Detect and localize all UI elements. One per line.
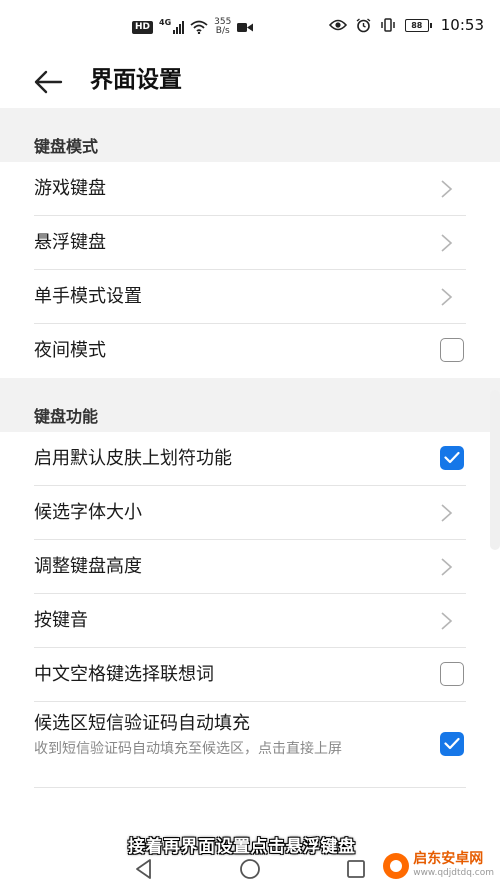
divider [34,787,466,788]
watermark-title: 启东安卓网 [413,851,484,867]
swipe-symbol-checkbox[interactable] [440,446,464,470]
section-title: 键盘模式 [34,137,99,156]
title-bar: 界面设置 [0,56,500,108]
row-game-keyboard[interactable]: 游戏键盘 [0,162,500,216]
row-label: 夜间模式 [34,340,106,361]
row-candidate-font-size[interactable]: 候选字体大小 [0,486,500,540]
row-label: 游戏键盘 [34,178,106,199]
battery-icon: 88 [404,18,432,32]
chevron-right-icon [441,612,453,630]
nav-home-button[interactable] [238,857,264,881]
alarm-icon [356,17,371,32]
chevron-right-icon [441,234,453,252]
section-header-keyboard-function: 键盘功能 [0,378,500,432]
nav-recent-button[interactable] [344,857,370,881]
circle-home-icon [240,859,260,879]
row-key-sound[interactable]: 按键音 [0,594,500,648]
watermark-text: 启东安卓网 www.qdjdtdq.com [413,852,494,880]
scrollbar[interactable] [490,390,500,550]
row-label: 启用默认皮肤上划符功能 [34,448,232,469]
watermark-url: www.qdjdtdq.com [413,868,494,878]
page-title: 界面设置 [90,67,182,93]
section-title: 键盘功能 [34,407,99,426]
square-recent-icon [347,860,365,878]
chevron-right-icon [441,288,453,306]
chevron-right-icon [441,558,453,576]
battery-level: 88 [404,18,429,32]
row-label: 候选区短信验证码自动填充 [34,713,250,734]
space-select-checkbox[interactable] [440,662,464,686]
row-floating-keyboard[interactable]: 悬浮键盘 [0,216,500,270]
back-button[interactable] [30,64,66,100]
nav-back-button[interactable] [132,857,158,881]
clock: 10:53 [440,16,484,34]
speed-unit: B/s [215,26,230,36]
status-bar: HD 4G 355 B/s 88 10:53 [0,0,500,56]
row-label: 单手模式设置 [34,286,142,307]
row-description: 收到短信验证码自动填充至候选区，点击直接上屏 [34,741,342,757]
check-icon [444,451,460,464]
chevron-right-icon [441,504,453,522]
watermark-logo-icon [383,853,410,879]
chevron-right-icon [441,180,453,198]
row-label: 中文空格键选择联想词 [34,664,214,685]
triangle-back-icon [136,859,151,879]
video-icon [237,22,254,32]
row-swipe-symbol[interactable]: 启用默认皮肤上划符功能 [0,432,500,486]
night-mode-checkbox[interactable] [440,338,464,362]
hd-badge: HD [132,20,154,34]
row-keyboard-height[interactable]: 调整键盘高度 [0,540,500,594]
signal-icon [173,20,185,34]
row-one-hand-mode[interactable]: 单手模式设置 [0,270,500,324]
status-right: 88 10:53 [328,16,484,34]
row-sms-code-autofill[interactable]: 候选区短信验证码自动填充 收到短信验证码自动填充至候选区，点击直接上屏 [0,702,500,788]
check-icon [444,737,460,750]
arrow-left-icon [34,70,63,94]
status-left: HD 4G 355 B/s [132,18,254,36]
section-header-keyboard-mode: 键盘模式 [0,108,500,162]
row-label: 悬浮键盘 [34,232,106,253]
sms-autofill-checkbox[interactable] [440,732,464,756]
wifi-icon [190,20,208,34]
vibrate-icon [381,18,395,32]
network-type: 4G [159,18,172,27]
row-night-mode[interactable]: 夜间模式 [0,324,500,378]
row-label: 按键音 [34,610,88,631]
watermark: 启东安卓网 www.qdjdtdq.com [383,852,494,880]
network-speed: 355 B/s [214,18,231,36]
row-space-select-suggestion[interactable]: 中文空格键选择联想词 [0,648,500,702]
row-label: 调整键盘高度 [34,556,142,577]
row-label: 候选字体大小 [34,502,142,523]
eye-icon [328,19,347,31]
